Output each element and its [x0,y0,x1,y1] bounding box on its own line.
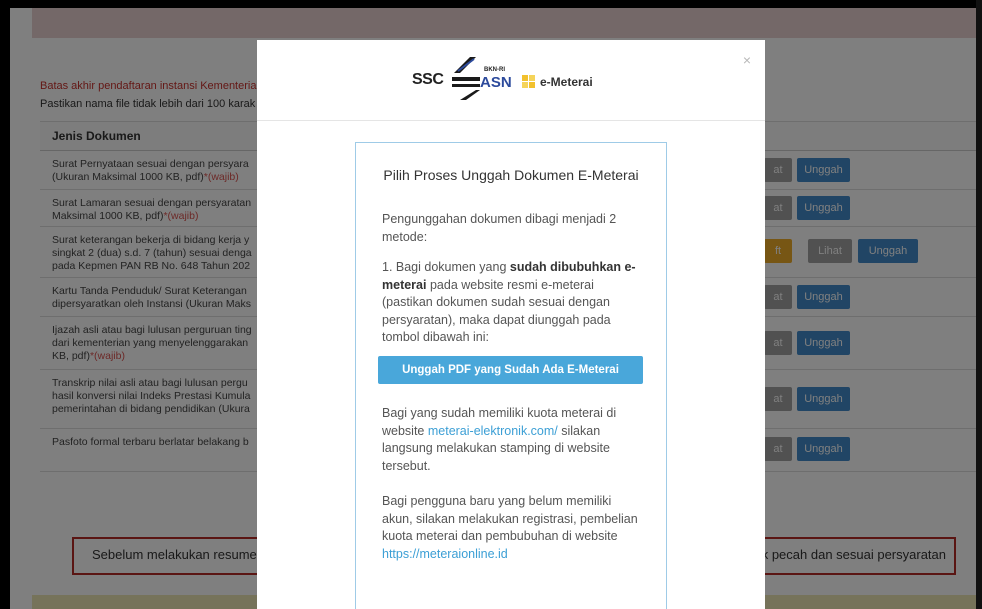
method1-prefix: 1. Bagi dokumen yang [382,260,510,274]
emeterai-modal: × SSC BKN-RI ASN e-Meterai Pilih Proses … [257,40,765,609]
method1-text: 1. Bagi dokumen yang sudah dibubuhkan e-… [382,259,642,347]
upload-pdf-emeterai-button[interactable]: Unggah PDF yang Sudah Ada E-Meterai [378,356,643,384]
quota-text: Bagi yang sudah memiliki kuota meterai d… [382,405,642,475]
meteraionline-link[interactable]: https://meteraionline.id [382,547,508,561]
close-icon[interactable]: × [743,52,751,68]
modal-header: × SSC BKN-RI ASN e-Meterai [257,40,765,121]
window-frame-top [0,0,982,8]
intro-text: Pengunggahan dokumen dibagi menjadi 2 me… [382,212,617,244]
meterai-elektronik-link[interactable]: meterai-elektronik.com/ [428,424,558,438]
window-frame-right [976,0,982,609]
emeterai-logo-icon [522,75,535,88]
emeterai-logo-text: e-Meterai [540,75,593,89]
logo-group: SSC BKN-RI ASN e-Meterai [412,55,652,101]
panel-title: Pilih Proses Unggah Dokumen E-Meterai [383,167,639,183]
newuser-prefix: Bagi pengguna baru yang belum memiliki a… [382,494,638,543]
newuser-text: Bagi pengguna baru yang belum memiliki a… [382,493,642,563]
ssc-logo-text: SSC [412,71,444,88]
asn-logo-icon [452,57,480,100]
upload-options-panel: Pilih Proses Unggah Dokumen E-Meterai Pe… [355,142,667,609]
window-frame-left [0,0,10,609]
bkn-logo-text: BKN-RI [484,67,505,73]
asn-logo-text: ASN [480,74,512,91]
